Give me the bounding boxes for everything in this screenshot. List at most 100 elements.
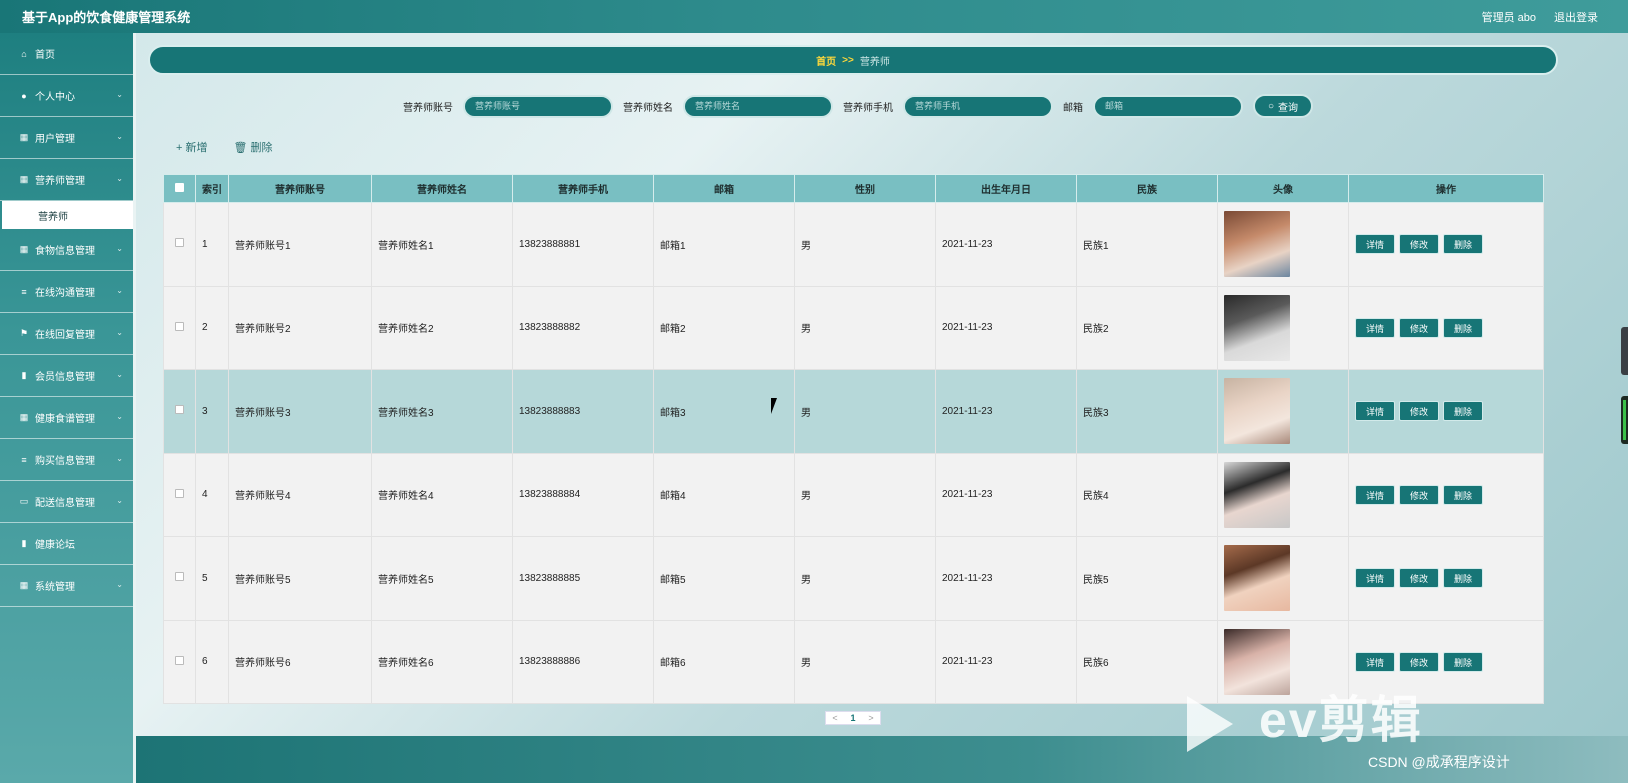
cell-index: 5 [195, 536, 229, 621]
table-row[interactable]: 3 营养师账号3 营养师姓名3 13823888883 邮箱3 男 2021-11-23 民族… [163, 369, 1544, 454]
row-checkbox[interactable] [175, 405, 184, 415]
sidebar-item-label: 个人中心 [35, 92, 75, 103]
briefcase-icon: ▭ [19, 496, 29, 506]
delete-button[interactable]: 删除 [1443, 234, 1483, 255]
row-checkbox[interactable] [175, 488, 184, 498]
delete-button[interactable]: 删除 [1443, 401, 1483, 422]
detail-button[interactable]: 详情 [1355, 234, 1395, 255]
next-page-button[interactable]: > [862, 713, 880, 723]
top-bar: 基于App的饮食健康管理系统 管理员 abo 退出登录 [0, 0, 1628, 33]
cell-ethnicity: 民族5 [1076, 536, 1218, 621]
detail-button[interactable]: 详情 [1355, 484, 1395, 505]
account-search-input[interactable] [463, 94, 613, 118]
row-checkbox[interactable] [175, 655, 184, 665]
column-header: 营养师账号 [228, 174, 372, 203]
detail-button[interactable]: 详情 [1355, 651, 1395, 672]
ev-watermark: ev剪辑 [1187, 680, 1423, 752]
edit-button[interactable]: 修改 [1399, 401, 1439, 422]
sidebar-item-label: 食物信息管理 [35, 246, 95, 257]
add-button[interactable]: + 新增 [176, 139, 207, 155]
row-checkbox[interactable] [175, 321, 184, 331]
edit-button[interactable]: 修改 [1399, 568, 1439, 589]
edge-widget-top[interactable] [1621, 327, 1628, 375]
avatar [1224, 378, 1290, 445]
sidebar-subitem-active[interactable]: 营养师 [2, 201, 133, 229]
table-row[interactable]: 4 营养师账号4 营养师姓名4 13823888884 邮箱4 男 2021-11-23 民族… [163, 452, 1544, 537]
batch-delete-button[interactable]: 🗑 删除 [233, 139, 272, 155]
pagination: < 1 > [825, 711, 881, 725]
chevron-down-icon: ⌄ [116, 496, 123, 505]
sidebar-item-8[interactable]: ▦ 健康食谱管理 ⌄ [0, 397, 133, 439]
column-header: 民族 [1076, 174, 1218, 203]
name-search-input[interactable] [683, 94, 833, 118]
chart-icon: ▮ [21, 370, 27, 380]
table-row[interactable]: 5 营养师账号5 营养师姓名5 13823888885 邮箱5 男 2021-11-23 民族… [163, 536, 1544, 621]
edit-button[interactable]: 修改 [1399, 234, 1439, 255]
edge-widget-bottom[interactable] [1621, 396, 1628, 444]
chevron-down-icon: ⌄ [116, 132, 123, 141]
row-select-cell [163, 202, 196, 287]
edit-button[interactable]: 修改 [1399, 651, 1439, 672]
cell-birthday: 2021-11-23 [935, 369, 1077, 454]
logout-link[interactable]: 退出登录 [1554, 9, 1598, 25]
sidebar-item-6[interactable]: ⚑ 在线回复管理 ⌄ [0, 313, 133, 355]
grid-icon: ▦ [19, 174, 29, 184]
cell-ethnicity: 民族1 [1076, 202, 1218, 287]
sidebar-item-2[interactable]: ▦ 用户管理 ⌄ [0, 117, 133, 159]
select-all-cell [163, 174, 196, 203]
sidebar-item-4[interactable]: ▦ 食物信息管理 ⌄ [0, 229, 133, 271]
sidebar-item-12[interactable]: ▦ 系统管理 ⌄ [0, 565, 133, 607]
sidebar-item-10[interactable]: ▭ 配送信息管理 ⌄ [0, 481, 133, 523]
cell-birthday: 2021-11-23 [935, 452, 1077, 537]
current-user[interactable]: 管理员 abo [1482, 9, 1536, 25]
sidebar-item-label: 购买信息管理 [35, 456, 95, 467]
email-search-input[interactable] [1093, 94, 1243, 118]
cell-email: 邮箱2 [653, 285, 795, 370]
play-logo-icon [1187, 695, 1233, 752]
search-button[interactable]: ○ 查询 [1253, 94, 1313, 118]
page-1-button[interactable]: 1 [844, 713, 862, 723]
breadcrumb-home[interactable]: 首页 [816, 53, 836, 68]
chevron-down-icon: ⌄ [116, 580, 123, 589]
prev-page-button[interactable]: < [826, 713, 844, 723]
cell-gender: 男 [794, 369, 936, 454]
sidebar-item-7[interactable]: ▮ 会员信息管理 ⌄ [0, 355, 133, 397]
sidebar-item-11[interactable]: ▮ 健康论坛 [0, 523, 133, 565]
table-row[interactable]: 2 营养师账号2 营养师姓名2 13823888882 邮箱2 男 2021-11-23 民族… [163, 285, 1544, 370]
cell-actions: 详情 修改 删除 [1348, 536, 1544, 621]
row-checkbox[interactable] [175, 572, 184, 582]
sidebar-item-0[interactable]: ⌂ 首页 [0, 33, 133, 75]
select-all-checkbox[interactable] [175, 182, 184, 192]
cell-gender: 男 [794, 202, 936, 287]
delete-button[interactable]: 删除 [1443, 651, 1483, 672]
delete-button[interactable]: 删除 [1443, 568, 1483, 589]
detail-button[interactable]: 详情 [1355, 317, 1395, 338]
cell-actions: 详情 修改 删除 [1348, 285, 1544, 370]
cell-index: 1 [195, 202, 229, 287]
cell-index: 6 [195, 619, 229, 704]
chevron-down-icon: ⌄ [116, 328, 123, 337]
cell-gender: 男 [794, 285, 936, 370]
delete-button[interactable]: 删除 [1443, 484, 1483, 505]
edit-button[interactable]: 修改 [1399, 317, 1439, 338]
sidebar-item-label: 在线沟通管理 [35, 288, 95, 299]
sidebar-item-5[interactable]: ≡ 在线沟通管理 ⌄ [0, 271, 133, 313]
table-row[interactable]: 1 营养师账号1 营养师姓名1 13823888881 邮箱1 男 2021-11-23 民族… [163, 202, 1544, 287]
chevron-down-icon: ⌄ [116, 244, 123, 253]
sidebar-item-label: 用户管理 [35, 134, 75, 145]
edit-button[interactable]: 修改 [1399, 484, 1439, 505]
phone-search-input[interactable] [903, 94, 1053, 118]
sidebar-item-9[interactable]: ≡ 购买信息管理 ⌄ [0, 439, 133, 481]
detail-button[interactable]: 详情 [1355, 401, 1395, 422]
sidebar-item-3[interactable]: ▦ 营养师管理 ⌄ [0, 159, 133, 201]
breadcrumb-separator: >> [842, 54, 854, 66]
cell-phone: 13823888884 [512, 452, 654, 537]
cell-name: 营养师姓名2 [371, 285, 513, 370]
detail-button[interactable]: 详情 [1355, 568, 1395, 589]
row-checkbox[interactable] [175, 238, 184, 248]
cell-ethnicity: 民族3 [1076, 369, 1218, 454]
cell-phone: 13823888886 [512, 619, 654, 704]
delete-button[interactable]: 删除 [1443, 317, 1483, 338]
cell-gender: 男 [794, 452, 936, 537]
sidebar-item-1[interactable]: ● 个人中心 ⌄ [0, 75, 133, 117]
